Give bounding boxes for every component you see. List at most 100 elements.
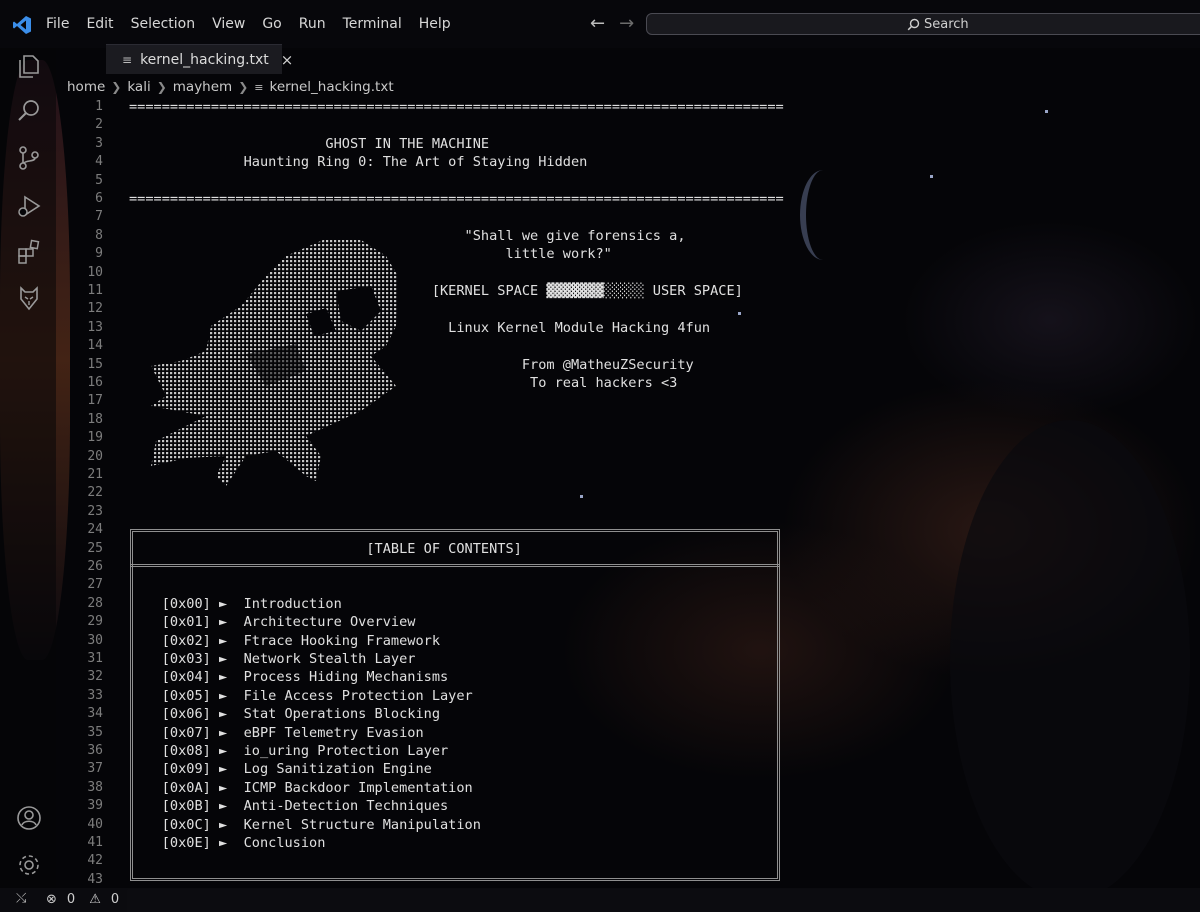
line-number: 18 bbox=[87, 411, 103, 427]
menu-view[interactable]: View bbox=[212, 16, 245, 32]
line-number: 24 bbox=[87, 522, 103, 538]
editor-tab-bar: ≡ kernel_hacking.txt × bbox=[56, 40, 1200, 76]
line-number: 43 bbox=[87, 871, 103, 887]
line-text: From @MatheuZSecurity bbox=[129, 356, 694, 373]
line-number: 36 bbox=[87, 743, 103, 758]
menu-run[interactable]: Run bbox=[299, 16, 326, 32]
line-number: 32 bbox=[87, 669, 103, 685]
line-number: 29 bbox=[87, 614, 103, 630]
source-control-icon[interactable] bbox=[16, 145, 42, 171]
extensions-icon[interactable] bbox=[16, 239, 42, 265]
line-text: [0x05] ► File Access Protection Layer bbox=[129, 687, 473, 704]
line-number: 5 bbox=[95, 172, 103, 188]
tab-filename: kernel_hacking.txt bbox=[140, 51, 269, 68]
line-number: 21 bbox=[87, 467, 103, 482]
line-text: [0x07] ► eBPF Telemetry Evasion bbox=[129, 724, 424, 741]
menu-file[interactable]: File bbox=[46, 16, 69, 32]
line-number: 27 bbox=[87, 577, 103, 593]
line-number: 37 bbox=[87, 761, 103, 777]
toc-divider bbox=[130, 564, 780, 567]
menu-terminal[interactable]: Terminal bbox=[343, 16, 402, 32]
line-number: 23 bbox=[87, 503, 103, 519]
line-text: [KERNEL SPACE ▓▓▓▓▓▓▓░░░░░ USER SPACE] bbox=[129, 283, 743, 299]
line-number: 28 bbox=[87, 595, 103, 611]
line-number: 40 bbox=[87, 816, 103, 832]
chevron-right-icon: ❯ bbox=[156, 80, 167, 94]
breadcrumb-home[interactable]: home bbox=[67, 79, 105, 95]
breadcrumb-file[interactable]: kernel_hacking.txt bbox=[269, 79, 393, 95]
vscode-logo-icon bbox=[13, 16, 31, 34]
breadcrumb: home ❯ kali ❯ mayhem ❯ ≡ kernel_hacking.… bbox=[67, 79, 394, 95]
line-text: Linux Kernel Module Hacking 4fun bbox=[129, 319, 711, 336]
line-number: 30 bbox=[87, 632, 103, 648]
nav-arrows: ← → bbox=[590, 13, 634, 34]
line-number: 4 bbox=[95, 154, 103, 170]
command-center-search[interactable]: Search bbox=[646, 13, 1200, 35]
activity-bar bbox=[0, 48, 56, 888]
line-text: [0x00] ► Introduction bbox=[129, 595, 342, 612]
remote-indicator-icon[interactable]: ⤯ bbox=[16, 891, 26, 906]
status-bar: ⤯ ⊗ 0 ⚠ 0 bbox=[0, 888, 1200, 912]
line-text: [0x0C] ► Kernel Structure Manipulation bbox=[129, 816, 481, 833]
line-text: [0x02] ► Ftrace Hooking Framework bbox=[129, 632, 440, 649]
account-icon[interactable] bbox=[16, 805, 42, 831]
explorer-icon[interactable] bbox=[16, 53, 42, 79]
line-number: 12 bbox=[87, 301, 103, 317]
line-number: 31 bbox=[87, 651, 103, 666]
tab-kernel-hacking[interactable]: ≡ kernel_hacking.txt × bbox=[106, 44, 293, 74]
chevron-right-icon: ❯ bbox=[111, 80, 122, 94]
line-number: 39 bbox=[87, 798, 103, 814]
line-number: 9 bbox=[95, 246, 103, 262]
problems-indicator[interactable]: ⊗ 0 ⚠ 0 bbox=[46, 892, 119, 907]
warning-icon: ⚠ bbox=[89, 892, 101, 907]
menu-edit[interactable]: Edit bbox=[86, 16, 113, 32]
menu-help[interactable]: Help bbox=[419, 16, 451, 32]
error-count: 0 bbox=[66, 892, 76, 907]
line-text: "Shall we give forensics a, bbox=[129, 227, 686, 244]
line-text: [0x01] ► Architecture Overview bbox=[129, 614, 416, 631]
line-text: [0x08] ► io_uring Protection Layer bbox=[129, 743, 449, 759]
chevron-right-icon: ❯ bbox=[238, 80, 249, 94]
menu-selection[interactable]: Selection bbox=[131, 16, 196, 32]
kali-dragon-icon[interactable] bbox=[16, 285, 42, 311]
tab-close-icon[interactable]: × bbox=[281, 51, 294, 69]
line-number: 6 bbox=[95, 191, 103, 206]
line-text: [TABLE OF CONTENTS] bbox=[129, 540, 522, 557]
run-debug-icon[interactable] bbox=[16, 193, 42, 219]
line-text: [0x0B] ► Anti-Detection Techniques bbox=[129, 798, 449, 815]
line-text: ========================================… bbox=[129, 99, 784, 115]
line-number: 17 bbox=[87, 393, 103, 409]
line-number: 19 bbox=[87, 430, 103, 446]
line-number: 2 bbox=[95, 117, 103, 133]
line-text: ========================================… bbox=[129, 191, 784, 207]
warning-count: 0 bbox=[110, 892, 120, 907]
line-number: 20 bbox=[87, 448, 103, 464]
settings-gear-icon[interactable] bbox=[16, 852, 42, 878]
breadcrumb-mayhem[interactable]: mayhem bbox=[173, 79, 232, 95]
line-number: 25 bbox=[87, 540, 103, 556]
line-number: 16 bbox=[87, 375, 103, 390]
line-number: 22 bbox=[87, 485, 103, 501]
line-number: 1 bbox=[95, 99, 103, 114]
back-arrow-icon[interactable]: ← bbox=[590, 13, 605, 34]
line-number: 14 bbox=[87, 338, 103, 354]
line-number: 41 bbox=[87, 835, 103, 850]
line-text: [0x06] ► Stat Operations Blocking bbox=[129, 706, 440, 723]
line-text: [0x09] ► Log Sanitization Engine bbox=[129, 761, 432, 778]
text-file-icon: ≡ bbox=[254, 80, 264, 94]
line-text: [0x0E] ► Conclusion bbox=[129, 835, 326, 851]
line-number: 38 bbox=[87, 779, 103, 795]
line-text: To real hackers <3 bbox=[129, 375, 678, 391]
text-editor[interactable]: 1 =======================================… bbox=[56, 98, 1200, 888]
line-number: 11 bbox=[87, 283, 103, 298]
search-icon[interactable] bbox=[16, 98, 42, 124]
line-number: 13 bbox=[87, 319, 103, 335]
menu-bar: File Edit Selection View Go Run Terminal… bbox=[46, 16, 451, 32]
menu-go[interactable]: Go bbox=[262, 16, 281, 32]
search-label: Search bbox=[924, 17, 969, 32]
forward-arrow-icon[interactable]: → bbox=[619, 13, 634, 34]
line-text: GHOST IN THE MACHINE bbox=[129, 135, 490, 152]
breadcrumb-kali[interactable]: kali bbox=[127, 79, 150, 95]
line-number: 10 bbox=[87, 264, 103, 280]
line-number: 7 bbox=[95, 209, 103, 225]
